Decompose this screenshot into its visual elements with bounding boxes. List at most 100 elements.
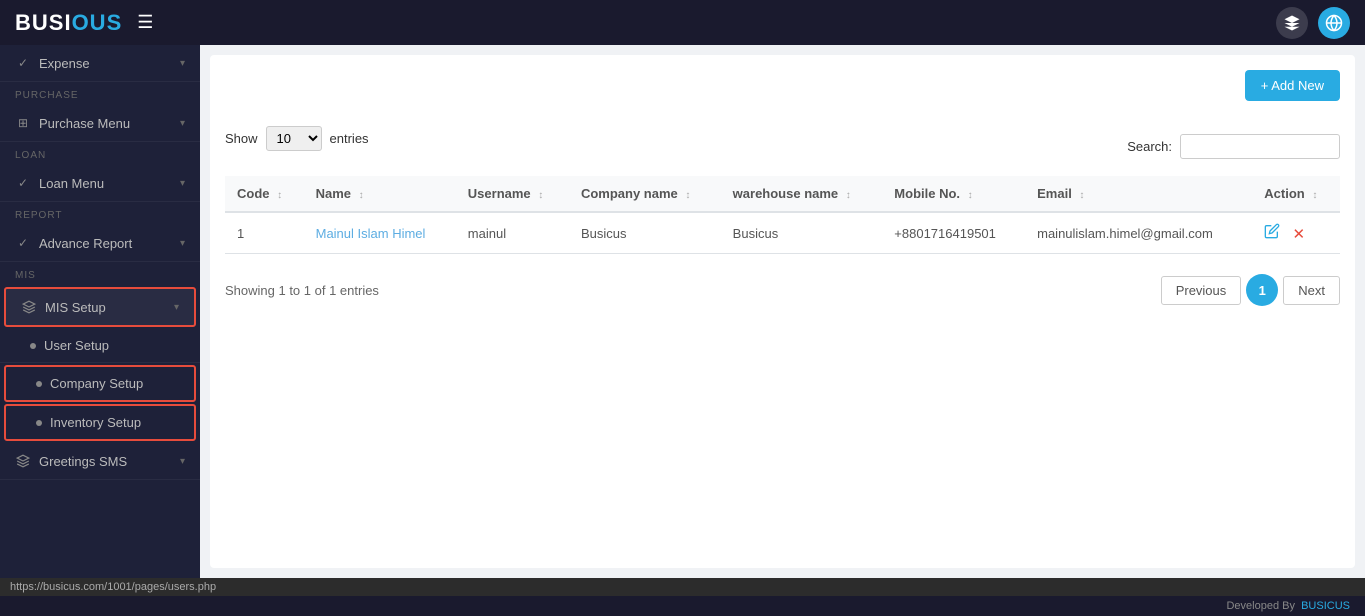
globe-icon[interactable] — [1318, 7, 1350, 39]
mis-setup-item[interactable]: MIS Setup ▾ — [4, 287, 196, 327]
topbar-left: BUSIOUS ☰ — [15, 10, 153, 36]
footer-brand-link[interactable]: BUSICUS — [1301, 600, 1350, 612]
submenu-inventory-setup[interactable]: Inventory Setup — [4, 404, 196, 441]
footer-developed-text: Developed By — [1226, 600, 1295, 612]
sort-name: ↕ — [359, 190, 364, 201]
mis-setup-arrow: ▾ — [174, 302, 179, 313]
purchase-section-label: PURCHASE — [0, 82, 200, 105]
th-company-name: Company name ↕ — [569, 176, 721, 212]
sidebar: ✓ Expense ▾ PURCHASE ⊞ Purchase Menu ▾ L… — [0, 45, 200, 578]
logo-busi: BUSI — [15, 10, 72, 35]
sidebar-item-purchase[interactable]: ⊞ Purchase Menu ▾ — [0, 105, 200, 142]
submenu-inventory-setup-label: Inventory Setup — [50, 415, 141, 430]
cell-action: ✕ — [1252, 212, 1340, 254]
sidebar-item-advance-report-left: ✓ Advance Report — [15, 235, 132, 251]
expense-icon: ✓ — [15, 55, 31, 71]
cell-name: Mainul Islam Himel — [304, 212, 456, 254]
table-row: 1 Mainul Islam Himel mainul Busicus Busi… — [225, 212, 1340, 254]
submenu-user-setup[interactable]: User Setup — [0, 329, 200, 363]
sidebar-item-loan[interactable]: ✓ Loan Menu ▾ — [0, 165, 200, 202]
submenu-company-setup-label: Company Setup — [50, 376, 143, 391]
content-inner: + Add New Show 10 25 50 100 entries Sear… — [210, 55, 1355, 568]
cell-mobile: +8801716419501 — [882, 212, 1025, 254]
content: + Add New Show 10 25 50 100 entries Sear… — [200, 45, 1365, 578]
sidebar-item-advance-report[interactable]: ✓ Advance Report ▾ — [0, 225, 200, 262]
previous-button[interactable]: Previous — [1161, 276, 1242, 305]
expense-arrow: ▾ — [180, 58, 185, 69]
showing-text: Showing 1 to 1 of 1 entries — [225, 283, 379, 298]
th-warehouse-name: warehouse name ↕ — [721, 176, 883, 212]
footer: Developed By BUSICUS — [0, 596, 1365, 616]
inventory-setup-dot — [36, 420, 42, 426]
hamburger-icon[interactable]: ☰ — [137, 12, 153, 33]
sidebar-item-purchase-left: ⊞ Purchase Menu — [15, 115, 130, 131]
greetings-sms-arrow: ▾ — [180, 456, 185, 467]
advance-report-icon: ✓ — [15, 235, 31, 251]
logo-ous: OUS — [72, 10, 123, 35]
th-code: Code ↕ — [225, 176, 304, 212]
search-bar: Search: — [1127, 134, 1340, 159]
pagination-controls: Previous 1 Next — [1161, 274, 1340, 306]
mis-setup-icon — [21, 299, 37, 315]
sidebar-item-expense-left: ✓ Expense — [15, 55, 90, 71]
loan-arrow: ▾ — [180, 178, 185, 189]
cell-company-name: Busicus — [569, 212, 721, 254]
page-number-1[interactable]: 1 — [1246, 274, 1278, 306]
sidebar-item-loan-label: Loan Menu — [39, 176, 104, 191]
mis-section-label: MIS — [0, 262, 200, 285]
purchase-icon: ⊞ — [15, 115, 31, 131]
sort-company: ↕ — [685, 190, 690, 201]
entries-select[interactable]: 10 25 50 100 — [266, 126, 322, 151]
purchase-arrow: ▾ — [180, 118, 185, 129]
sidebar-item-loan-left: ✓ Loan Menu — [15, 175, 104, 191]
sidebar-item-greetings-sms[interactable]: Greetings SMS ▾ — [0, 443, 200, 480]
sort-code: ↕ — [277, 190, 282, 201]
th-username: Username ↕ — [456, 176, 569, 212]
table-header-row: Code ↕ Name ↕ Username ↕ Company name ↕ … — [225, 176, 1340, 212]
sidebar-item-greetings-sms-label: Greetings SMS — [39, 454, 127, 469]
company-setup-dot — [36, 381, 42, 387]
cell-warehouse-name: Busicus — [721, 212, 883, 254]
greetings-sms-icon — [15, 453, 31, 469]
th-name: Name ↕ — [304, 176, 456, 212]
cell-email: mainulislam.himel@gmail.com — [1025, 212, 1252, 254]
sort-email: ↕ — [1079, 190, 1084, 201]
th-email: Email ↕ — [1025, 176, 1252, 212]
loan-section-label: LOAN — [0, 142, 200, 165]
cell-username: mainul — [456, 212, 569, 254]
sort-username: ↕ — [538, 190, 543, 201]
loan-icon: ✓ — [15, 175, 31, 191]
th-action: Action ↕ — [1252, 176, 1340, 212]
users-table: Code ↕ Name ↕ Username ↕ Company name ↕ … — [225, 176, 1340, 254]
topbar-right — [1276, 7, 1350, 39]
sidebar-item-mis-setup[interactable]: MIS Setup ▾ — [6, 289, 194, 325]
sidebar-item-greetings-sms-left: Greetings SMS — [15, 453, 127, 469]
topbar: BUSIOUS ☰ — [0, 0, 1365, 45]
submenu-user-setup-label: User Setup — [44, 338, 109, 353]
sidebar-item-expense[interactable]: ✓ Expense ▾ — [0, 45, 200, 82]
sort-mobile: ↕ — [968, 190, 973, 201]
submenu-company-setup[interactable]: Company Setup — [4, 365, 196, 402]
edit-button[interactable] — [1264, 226, 1284, 243]
status-bar: https://busicus.com/1001/pages/users.php — [0, 578, 1365, 596]
cell-code: 1 — [225, 212, 304, 254]
search-label: Search: — [1127, 139, 1172, 154]
report-section-label: REPORT — [0, 202, 200, 225]
sidebar-item-advance-report-label: Advance Report — [39, 236, 132, 251]
next-button[interactable]: Next — [1283, 276, 1340, 305]
layers-icon[interactable] — [1276, 7, 1308, 39]
add-new-button[interactable]: + Add New — [1245, 70, 1340, 101]
sidebar-item-mis-setup-left: MIS Setup — [21, 299, 106, 315]
sidebar-item-expense-label: Expense — [39, 56, 90, 71]
footer-developed-by: Developed By BUSICUS — [1226, 600, 1350, 612]
sort-warehouse: ↕ — [846, 190, 851, 201]
sort-action: ↕ — [1312, 190, 1317, 201]
delete-button[interactable]: ✕ — [1292, 226, 1305, 243]
sidebar-item-purchase-label: Purchase Menu — [39, 116, 130, 131]
logo-text: BUSIOUS — [15, 10, 122, 36]
search-input[interactable] — [1180, 134, 1340, 159]
logo: BUSIOUS — [15, 10, 122, 36]
show-label: Show — [225, 131, 258, 146]
pagination-area: Showing 1 to 1 of 1 entries Previous 1 N… — [225, 274, 1340, 306]
advance-report-arrow: ▾ — [180, 238, 185, 249]
